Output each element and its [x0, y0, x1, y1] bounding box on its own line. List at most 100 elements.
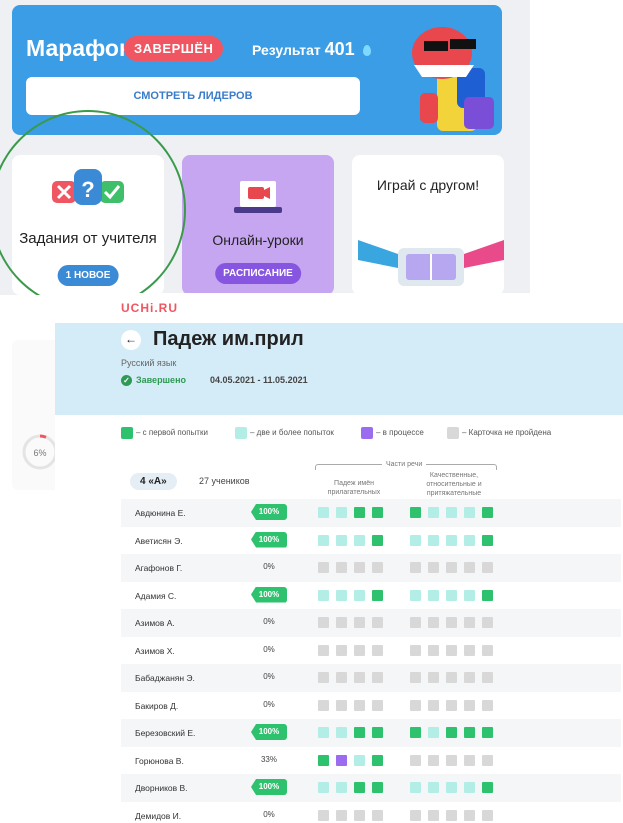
card-result-cell[interactable]	[482, 782, 493, 793]
card-result-cell[interactable]	[482, 562, 493, 573]
table-row[interactable]: Березовский Е. 100%	[121, 719, 621, 747]
card-result-cell[interactable]	[482, 534, 493, 546]
card-result-cell[interactable]	[482, 699, 493, 711]
table-row[interactable]: Аветисян Э. 100%	[121, 527, 621, 555]
card-result-cell[interactable]	[446, 562, 457, 573]
online-lessons-card[interactable]: Онлайн-уроки РАСПИСАНИЕ	[182, 155, 334, 295]
card-result-cell[interactable]	[318, 562, 329, 573]
table-row[interactable]: Адамия С. 100%	[121, 582, 621, 610]
card-result-cell[interactable]	[464, 782, 475, 793]
card-result-cell[interactable]	[372, 507, 383, 518]
card-result-cell[interactable]	[410, 699, 421, 711]
card-result-cell[interactable]	[410, 809, 421, 821]
card-result-cell[interactable]	[372, 699, 383, 711]
card-result-cell[interactable]	[410, 672, 421, 683]
card-result-cell[interactable]	[336, 727, 347, 738]
card-result-cell[interactable]	[354, 699, 365, 711]
card-result-cell[interactable]	[336, 562, 347, 573]
card-result-cell[interactable]	[354, 534, 365, 546]
card-result-cell[interactable]	[354, 727, 365, 738]
card-result-cell[interactable]	[446, 699, 457, 711]
card-result-cell[interactable]	[318, 727, 329, 738]
card-result-cell[interactable]	[354, 589, 365, 601]
schedule-button[interactable]: РАСПИСАНИЕ	[215, 263, 301, 284]
card-result-cell[interactable]	[464, 809, 475, 821]
card-result-cell[interactable]	[446, 754, 457, 766]
card-result-cell[interactable]	[336, 754, 347, 766]
card-result-cell[interactable]	[354, 562, 365, 573]
table-row[interactable]: Азимов Х. 0%	[121, 637, 621, 665]
card-result-cell[interactable]	[354, 617, 365, 628]
play-with-friend-card[interactable]: Играй с другом!	[352, 155, 504, 295]
card-result-cell[interactable]	[410, 589, 421, 601]
card-result-cell[interactable]	[336, 644, 347, 656]
card-result-cell[interactable]	[464, 617, 475, 628]
card-result-cell[interactable]	[372, 589, 383, 601]
table-row[interactable]: Авдюнина Е. 100%	[121, 499, 621, 527]
table-row[interactable]: Азимов А. 0%	[121, 609, 621, 637]
card-result-cell[interactable]	[446, 534, 457, 546]
card-result-cell[interactable]	[354, 644, 365, 656]
card-result-cell[interactable]	[446, 617, 457, 628]
card-result-cell[interactable]	[428, 727, 439, 738]
card-result-cell[interactable]	[318, 754, 329, 766]
card-result-cell[interactable]	[446, 727, 457, 738]
card-result-cell[interactable]	[428, 809, 439, 821]
card-result-cell[interactable]	[482, 589, 493, 601]
card-result-cell[interactable]	[446, 809, 457, 821]
card-result-cell[interactable]	[428, 672, 439, 683]
back-button[interactable]: ←	[121, 330, 141, 350]
card-result-cell[interactable]	[464, 589, 475, 601]
card-result-cell[interactable]	[336, 809, 347, 821]
card-result-cell[interactable]	[318, 617, 329, 628]
card-result-cell[interactable]	[410, 644, 421, 656]
card-result-cell[interactable]	[410, 754, 421, 766]
card-result-cell[interactable]	[446, 672, 457, 683]
class-selector[interactable]: 4 «А»	[130, 473, 177, 490]
card-result-cell[interactable]	[464, 644, 475, 656]
card-result-cell[interactable]	[318, 589, 329, 601]
card-result-cell[interactable]	[482, 507, 493, 518]
table-row[interactable]: Агафонов Г. 0%	[121, 554, 621, 582]
card-result-cell[interactable]	[410, 617, 421, 628]
card-result-cell[interactable]	[372, 672, 383, 683]
card-result-cell[interactable]	[464, 727, 475, 738]
card-result-cell[interactable]	[336, 589, 347, 601]
card-result-cell[interactable]	[428, 562, 439, 573]
card-result-cell[interactable]	[318, 672, 329, 683]
table-row[interactable]: Горюнова В. 33%	[121, 747, 621, 775]
card-result-cell[interactable]	[318, 699, 329, 711]
view-leaders-button[interactable]: СМОТРЕТЬ ЛИДЕРОВ	[26, 77, 360, 115]
card-result-cell[interactable]	[446, 782, 457, 793]
card-result-cell[interactable]	[428, 782, 439, 793]
card-result-cell[interactable]	[336, 507, 347, 518]
card-result-cell[interactable]	[372, 534, 383, 546]
table-row[interactable]: Дворников В. 100%	[121, 774, 621, 802]
card-result-cell[interactable]	[410, 507, 421, 518]
card-result-cell[interactable]	[464, 562, 475, 573]
card-result-cell[interactable]	[464, 754, 475, 766]
card-result-cell[interactable]	[446, 644, 457, 656]
card-result-cell[interactable]	[372, 809, 383, 821]
card-result-cell[interactable]	[428, 589, 439, 601]
card-result-cell[interactable]	[318, 534, 329, 546]
card-result-cell[interactable]	[482, 672, 493, 683]
card-result-cell[interactable]	[482, 809, 493, 821]
card-result-cell[interactable]	[318, 809, 329, 821]
card-result-cell[interactable]	[428, 699, 439, 711]
card-result-cell[interactable]	[336, 699, 347, 711]
card-result-cell[interactable]	[354, 809, 365, 821]
card-result-cell[interactable]	[428, 754, 439, 766]
card-result-cell[interactable]	[428, 644, 439, 656]
card-result-cell[interactable]	[372, 644, 383, 656]
card-result-cell[interactable]	[482, 727, 493, 738]
card-result-cell[interactable]	[428, 507, 439, 518]
card-result-cell[interactable]	[372, 617, 383, 628]
card-result-cell[interactable]	[482, 754, 493, 766]
card-result-cell[interactable]	[354, 782, 365, 793]
card-result-cell[interactable]	[354, 672, 365, 683]
card-result-cell[interactable]	[372, 727, 383, 738]
card-result-cell[interactable]	[336, 782, 347, 793]
table-row[interactable]: Бакиров Д. 0%	[121, 692, 621, 720]
card-result-cell[interactable]	[482, 644, 493, 656]
